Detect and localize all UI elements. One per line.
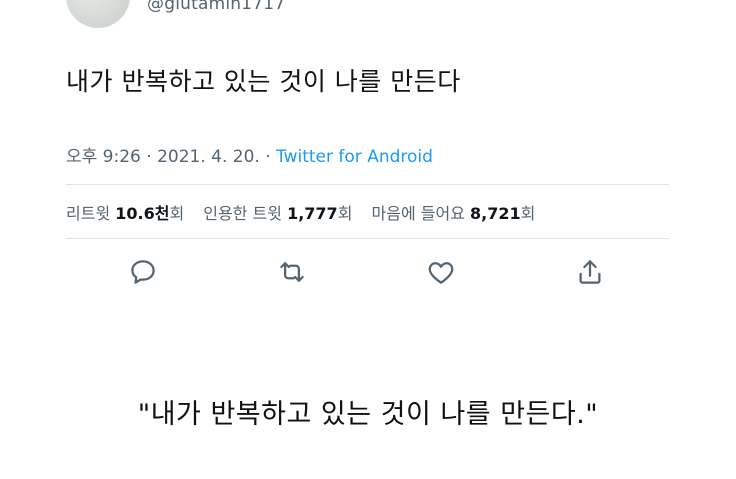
retweet-label: 리트윗 — [66, 204, 111, 223]
divider — [66, 238, 669, 239]
comment-icon — [131, 260, 155, 284]
retweet-value: 10.6천 — [115, 204, 170, 223]
quote-suffix: 회 — [337, 204, 353, 223]
like-label: 마음에 들어요 — [371, 204, 465, 223]
share-button[interactable] — [570, 252, 610, 292]
quote-count[interactable]: 인용한 트윗 1,777회 — [203, 204, 357, 223]
share-icon — [579, 260, 601, 284]
like-count[interactable]: 마음에 들어요 8,721회 — [372, 204, 536, 223]
like-icon — [428, 262, 454, 284]
meta-separator: · — [265, 147, 271, 167]
retweet-button[interactable] — [272, 252, 312, 292]
user-handle[interactable]: @glutamin1717 — [147, 0, 285, 14]
like-suffix: 회 — [520, 204, 536, 223]
quote-label: 인용한 트윗 — [203, 204, 282, 223]
retweet-count[interactable]: 리트윗 10.6천회 — [66, 204, 189, 223]
meta-separator: · — [146, 147, 152, 167]
tweet-time[interactable]: 오후 9:26 — [66, 147, 141, 167]
like-button[interactable] — [421, 252, 461, 292]
retweet-suffix: 회 — [169, 204, 185, 223]
caption: "내가 반복하고 있는 것이 나를 만든다." — [137, 399, 599, 430]
tweet-source[interactable]: Twitter for Android — [276, 147, 433, 167]
tweet-date[interactable]: 2021. 4. 20. — [157, 147, 260, 167]
tweet-meta: 오후 9:26 · 2021. 4. 20. · Twitter for And… — [66, 142, 433, 167]
action-bar — [66, 252, 669, 292]
avatar[interactable] — [66, 0, 130, 28]
tweet-text: 내가 반복하고 있는 것이 나를 만든다 — [66, 67, 461, 96]
like-value: 8,721 — [470, 204, 521, 223]
retweet-icon — [280, 262, 304, 282]
reply-button[interactable] — [123, 252, 163, 292]
tweet-stats: 리트윗 10.6천회 인용한 트윗 1,777회 마음에 들어요 8,721회 — [66, 200, 549, 224]
quote-value: 1,777 — [287, 204, 338, 223]
divider — [66, 184, 669, 185]
